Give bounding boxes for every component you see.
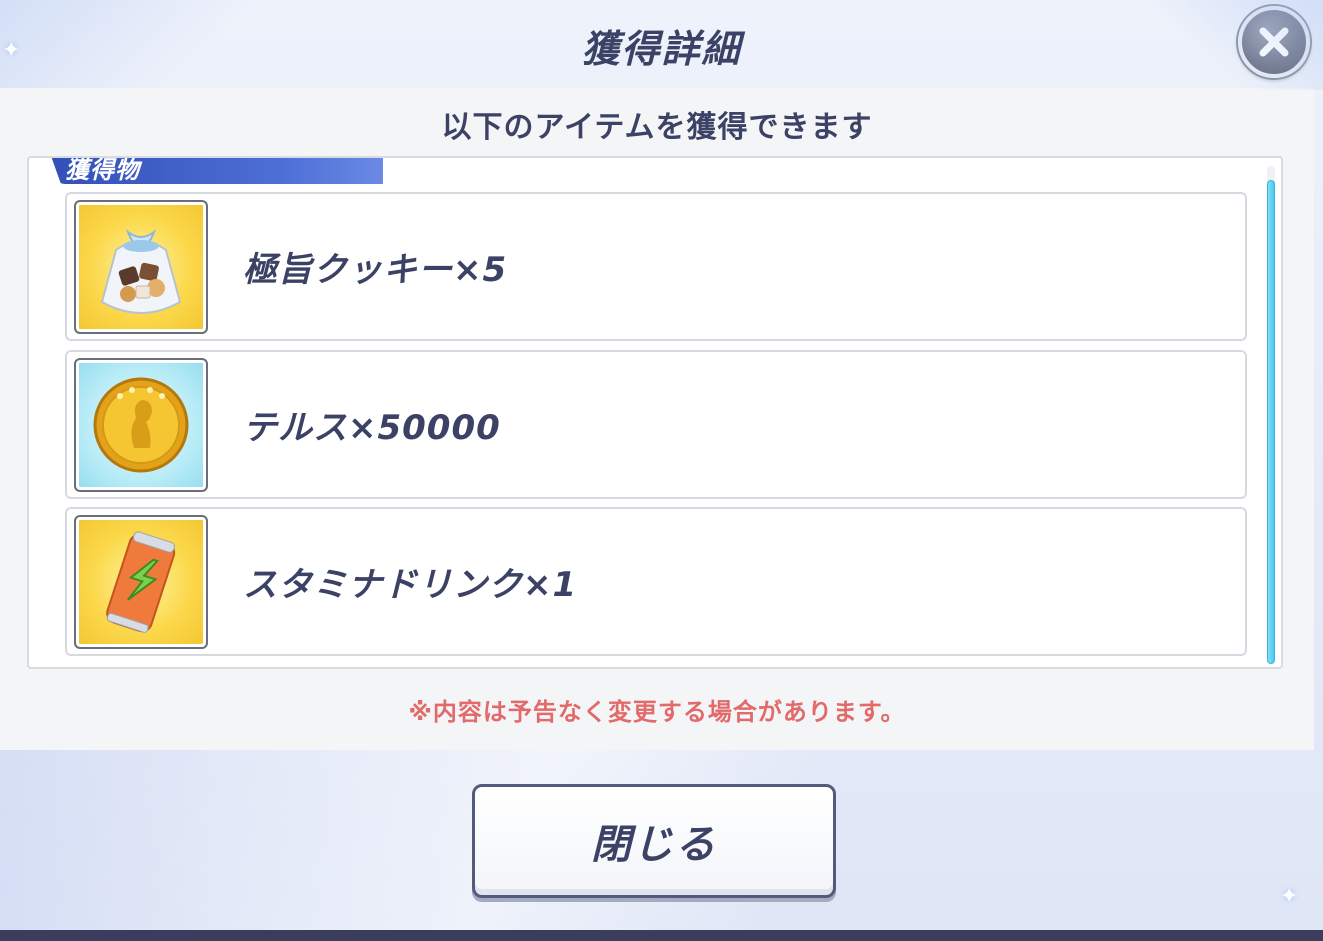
list-item: スタミナドリンク×1	[65, 507, 1247, 656]
content-panel: 以下のアイテムを獲得できます 獲得物 極旨クッキー×5 テルス×50000 スタ…	[0, 88, 1314, 750]
notice-text: ※内容は予告なく変更する場合があります。	[408, 698, 906, 726]
section-label-text: 獲得物	[65, 156, 140, 184]
scrollbar[interactable]	[1267, 166, 1275, 664]
reward-list: 獲得物 極旨クッキー×5 テルス×50000 スタミナドリンク×1	[27, 156, 1283, 669]
background-strip	[0, 930, 1323, 941]
close-button-label: 閉じる	[591, 822, 717, 868]
dialog-frame: ✦ ✦ 獲得詳細 以下のアイテムを獲得できます 獲得物 極旨クッキー×5 テルス…	[0, 0, 1323, 930]
item-thumbnail	[74, 515, 208, 649]
close-button[interactable]: 閉じる	[472, 784, 836, 898]
item-label: スタミナドリンク×1	[243, 565, 578, 605]
item-label: テルス×50000	[243, 408, 501, 448]
cookie-bag-icon	[100, 229, 182, 314]
close-icon	[1259, 27, 1289, 57]
item-thumbnail	[74, 200, 208, 334]
energy-drink-icon	[106, 531, 176, 633]
item-label: 極旨クッキー×5	[243, 250, 508, 290]
item-thumbnail	[74, 358, 208, 492]
dialog-title: 獲得詳細	[581, 27, 742, 71]
close-icon-button[interactable]	[1238, 6, 1310, 78]
list-item: テルス×50000	[65, 350, 1247, 499]
sparkle-icon: ✦	[1280, 884, 1299, 909]
section-label: 獲得物	[51, 156, 383, 184]
dialog-subtitle: 以下のアイテムを獲得できます	[441, 110, 873, 145]
scrollbar-thumb[interactable]	[1267, 180, 1275, 664]
list-item: 極旨クッキー×5	[65, 192, 1247, 341]
gold-coin-icon	[93, 377, 189, 473]
